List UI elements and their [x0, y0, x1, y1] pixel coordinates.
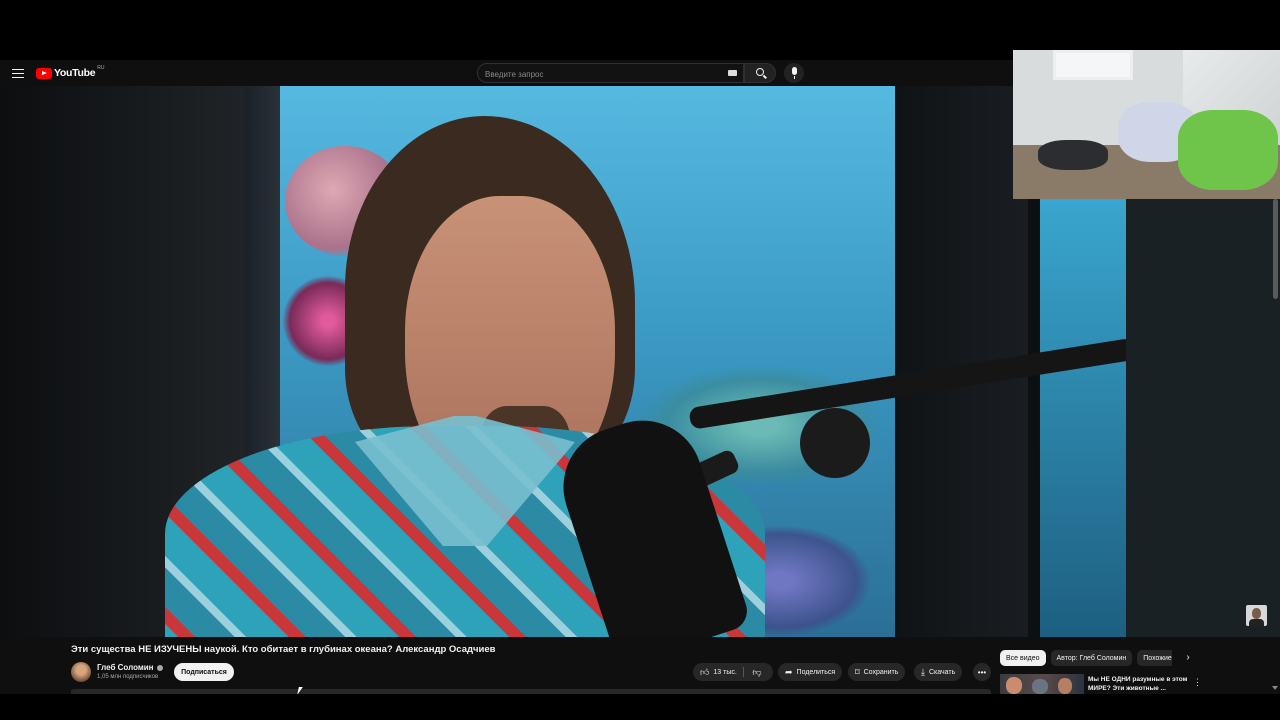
download-button[interactable]: ⤓ Скачать	[914, 663, 963, 681]
search-input[interactable]	[478, 65, 718, 84]
more-actions-button[interactable]: •••	[973, 663, 991, 681]
save-button[interactable]: ⌑ Сохранить	[848, 663, 906, 681]
video-title: Эти существа НЕ ИЗУЧЕНЫ наукой. Кто обит…	[71, 644, 496, 655]
bookmark-icon: ⌑	[855, 666, 860, 677]
subscribe-button[interactable]: Подписаться	[174, 663, 234, 681]
chip-related[interactable]: Похожие	[1137, 650, 1172, 666]
channel-name: Глеб Соломин	[97, 663, 154, 672]
logo-text: YouTube	[54, 67, 96, 79]
thumbs-up-icon: 👍︎	[700, 666, 710, 677]
search-button[interactable]	[744, 63, 776, 83]
thumbs-down-icon: 👎︎	[752, 666, 762, 677]
page-scrollbar[interactable]	[1273, 199, 1278, 299]
bottom-letterbox	[0, 694, 1280, 720]
video-frame	[0, 86, 1126, 637]
dislike-button[interactable]: 👎︎	[745, 663, 773, 681]
verified-icon	[156, 664, 163, 671]
picture-in-picture-video[interactable]	[1013, 50, 1280, 199]
download-label: Скачать	[928, 668, 956, 676]
more-vertical-icon[interactable]: ⋮	[1193, 676, 1202, 688]
menu-icon[interactable]	[10, 66, 26, 80]
video-player[interactable]	[0, 86, 1126, 637]
youtube-play-icon	[36, 67, 52, 79]
like-button[interactable]: 👍︎ 13 тыс.	[693, 663, 743, 681]
microphone-icon	[791, 67, 797, 75]
subscriber-count: 1,05 млн подписчиков	[97, 674, 159, 680]
user-avatar-thumbnail[interactable]	[1246, 605, 1267, 626]
recommendation-filter-chips: Все видео Автор: Глеб Соломин Похожие	[1000, 650, 1172, 666]
save-label: Сохранить	[863, 668, 899, 676]
more-horizontal-icon: •••	[977, 667, 987, 677]
room-window	[1053, 50, 1133, 80]
masthead: YouTube RU	[0, 60, 1013, 86]
share-icon: ➦	[785, 666, 793, 677]
channel-name-link[interactable]: Глеб Соломин	[97, 663, 163, 672]
like-dislike-group: 👍︎ 13 тыс. 👎︎	[693, 663, 773, 681]
search-icon	[756, 68, 764, 76]
recommendation-thumbnail[interactable]	[1000, 674, 1084, 694]
chip-by-author[interactable]: Автор: Глеб Соломин	[1050, 650, 1133, 666]
share-label: Поделиться	[796, 668, 836, 676]
logo-region: RU	[97, 65, 105, 71]
scroll-down-arrow-icon[interactable]	[1272, 686, 1278, 692]
share-button[interactable]: ➦ Поделиться	[778, 663, 843, 681]
search-box	[477, 63, 744, 84]
chip-all-videos[interactable]: Все видео	[1000, 650, 1046, 666]
recommendation-title[interactable]: Мы НЕ ОДНИ разумные в этом МИРЕ? Эти жив…	[1088, 675, 1188, 693]
channel-avatar[interactable]	[71, 662, 91, 682]
keyboard-icon[interactable]	[728, 70, 737, 76]
youtube-logo[interactable]: YouTube RU	[36, 65, 105, 80]
like-count: 13 тыс.	[713, 668, 737, 676]
chevron-right-icon[interactable]: ›	[1182, 652, 1194, 664]
download-icon: ⤓	[921, 666, 925, 677]
sidebar-background	[1126, 199, 1280, 637]
voice-search-button[interactable]	[784, 63, 804, 83]
